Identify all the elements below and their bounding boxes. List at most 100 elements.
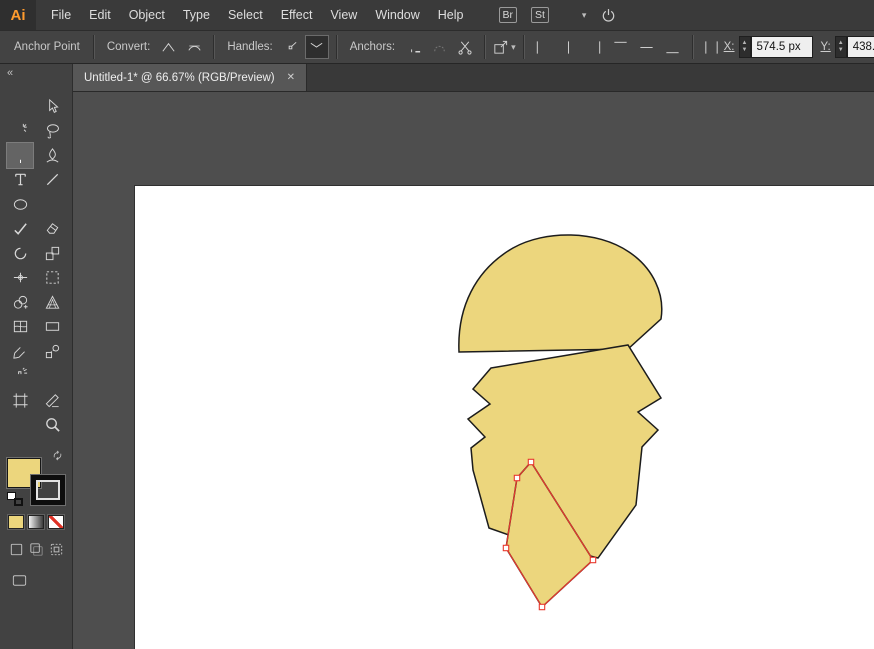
convert-smooth-icon (186, 39, 203, 56)
perspective-grid-tool[interactable] (39, 290, 65, 315)
y-stepper[interactable]: ▲ ▼ (835, 36, 847, 58)
align-bottom-icon (664, 39, 681, 56)
width-tool-icon (12, 269, 29, 286)
pen-minus-icon (405, 39, 422, 56)
shape-builder-tool[interactable] (7, 290, 33, 315)
draw-normal-button[interactable] (7, 539, 26, 559)
selection-tool[interactable] (7, 94, 33, 119)
sync-button[interactable] (600, 7, 617, 24)
menu-file[interactable]: File (42, 8, 80, 22)
x-input[interactable]: 574.5 px (751, 36, 813, 58)
stock-button[interactable]: St (531, 7, 549, 23)
close-icon[interactable]: ✕ (287, 72, 295, 83)
magic-wand-tool[interactable] (7, 119, 33, 144)
pen-tool[interactable] (7, 143, 33, 168)
stepper-down-icon[interactable]: ▼ (742, 47, 748, 54)
type-tool[interactable] (7, 168, 33, 193)
mesh-tool[interactable] (7, 315, 33, 340)
draw-inside-button[interactable] (47, 539, 66, 559)
distribute-button[interactable] (700, 35, 724, 59)
align-top-button[interactable] (609, 35, 633, 59)
artboard[interactable] (134, 185, 874, 649)
align-h-center-button[interactable] (557, 35, 581, 59)
anchor-point[interactable] (539, 604, 544, 609)
align-right-button[interactable] (583, 35, 607, 59)
anchor-point[interactable] (503, 545, 508, 550)
stepper-up-icon[interactable]: ▲ (742, 40, 748, 47)
zoom-tool[interactable] (39, 413, 65, 438)
app-logo: Ai (0, 0, 36, 30)
document-tab[interactable]: Untitled-1* @ 66.67% (RGB/Preview) ✕ (73, 64, 307, 91)
y-label[interactable]: Y: (821, 41, 831, 53)
menu-edit[interactable]: Edit (80, 8, 120, 22)
convert-to-corner-button[interactable] (156, 35, 180, 59)
menu-effect[interactable]: Effect (272, 8, 322, 22)
symbol-sprayer-tool[interactable] (7, 364, 33, 389)
y-input[interactable]: 438.5 px (847, 36, 874, 58)
x-label[interactable]: X: (724, 41, 735, 53)
ellipse-tool[interactable] (7, 192, 33, 217)
stepper-up-icon[interactable]: ▲ (838, 40, 844, 47)
free-transform-tool[interactable] (39, 266, 65, 291)
connect-anchors-button[interactable] (427, 35, 451, 59)
rotate-tool[interactable] (7, 241, 33, 266)
shaper-tool[interactable] (7, 217, 33, 242)
shape-dome[interactable] (459, 235, 662, 352)
shaper-tool-icon (12, 220, 29, 237)
gradient-button[interactable] (28, 515, 44, 529)
pen-tool-icon (12, 147, 29, 164)
anchor-point[interactable] (514, 475, 519, 480)
anchors-buttons (401, 35, 477, 59)
default-fill-stroke-button[interactable] (7, 492, 23, 506)
hide-handles-button[interactable] (279, 35, 303, 59)
swap-fill-stroke-button[interactable] (51, 449, 64, 462)
canvas-pasteboard[interactable] (73, 92, 874, 649)
align-bottom-button[interactable] (661, 35, 685, 59)
menu-object[interactable]: Object (120, 8, 174, 22)
blend-tool[interactable] (39, 339, 65, 364)
eyedropper-tool[interactable] (7, 339, 33, 364)
line-segment-tool[interactable] (39, 168, 65, 193)
isolate-selection-button[interactable]: ▾ (492, 39, 516, 56)
color-button[interactable] (8, 515, 24, 529)
artboard-svg[interactable] (135, 186, 874, 649)
bridge-button[interactable]: Br (499, 7, 518, 23)
anchor-point[interactable] (528, 459, 533, 464)
remove-anchors-button[interactable] (401, 35, 425, 59)
slice-tool-icon (44, 392, 61, 409)
anchor-point[interactable] (590, 557, 595, 562)
scale-tool[interactable] (39, 241, 65, 266)
curvature-tool[interactable] (39, 143, 65, 168)
default-stroke-icon (14, 498, 23, 506)
artboard-tool[interactable] (7, 388, 33, 413)
menu-window[interactable]: Window (366, 8, 428, 22)
stepper-down-icon[interactable]: ▼ (838, 47, 844, 54)
stroke-swatch[interactable] (31, 475, 65, 505)
hand-tool[interactable] (7, 413, 33, 438)
handles-show-icon (308, 39, 325, 56)
x-stepper[interactable]: ▲ ▼ (739, 36, 751, 58)
align-left-button[interactable] (531, 35, 555, 59)
cut-path-button[interactable] (453, 35, 477, 59)
collapse-panel-button[interactable]: « (0, 64, 72, 92)
draw-behind-button[interactable] (27, 539, 46, 559)
slice-tool[interactable] (39, 388, 65, 413)
column-graph-tool[interactable] (39, 364, 65, 389)
lasso-tool[interactable] (39, 119, 65, 144)
menu-help[interactable]: Help (429, 8, 473, 22)
menu-select[interactable]: Select (219, 8, 272, 22)
menu-type[interactable]: Type (174, 8, 219, 22)
eraser-tool[interactable] (39, 217, 65, 242)
align-v-center-button[interactable] (635, 35, 659, 59)
menu-view[interactable]: View (321, 8, 366, 22)
direct-selection-tool[interactable] (39, 94, 65, 119)
width-tool[interactable] (7, 266, 33, 291)
convert-to-smooth-button[interactable] (182, 35, 206, 59)
gradient-tool[interactable] (39, 315, 65, 340)
change-screen-mode-button[interactable] (7, 568, 31, 592)
show-handles-button[interactable] (305, 35, 329, 59)
paintbrush-tool[interactable] (39, 192, 65, 217)
curvature-tool-icon (44, 147, 61, 164)
none-button[interactable] (48, 515, 64, 529)
workspace-switcher-button[interactable]: ▾ (563, 7, 587, 24)
